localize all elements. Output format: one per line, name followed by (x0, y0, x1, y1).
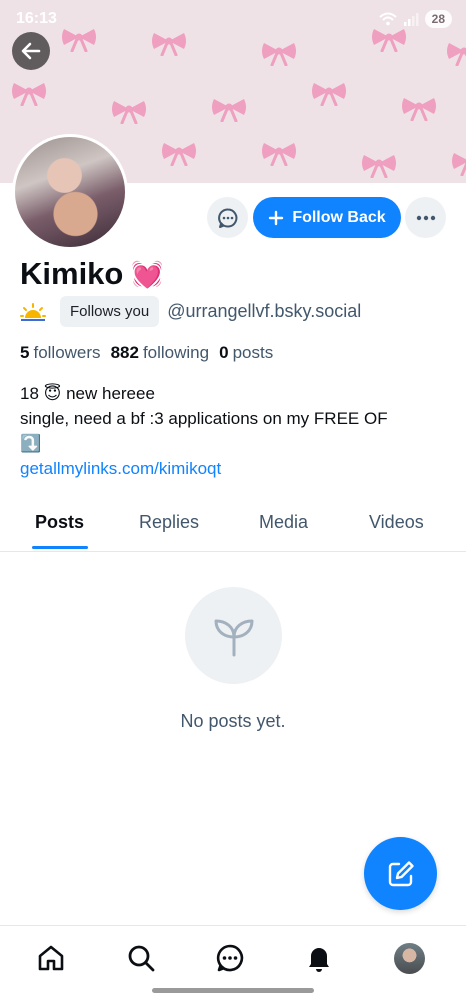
active-tab-indicator (32, 546, 88, 549)
posts-count: 0 (219, 343, 229, 362)
name-row: Kimiko 💓 (20, 256, 164, 292)
bio-line: 18 😇 new hereee (20, 384, 155, 403)
bow-decoration (12, 83, 46, 106)
empty-state-text: No posts yet. (180, 711, 286, 731)
home-indicator (152, 988, 314, 993)
nav-chat[interactable] (214, 942, 246, 974)
profile-avatar[interactable] (12, 134, 128, 250)
posts-stat: 0 posts (219, 343, 273, 363)
bow-decoration (212, 99, 246, 122)
follow-back-button[interactable]: Follow Back (253, 197, 401, 238)
status-bar: 16:13 28 (0, 0, 466, 40)
plus-icon (269, 210, 284, 225)
bow-decoration (312, 83, 346, 106)
home-icon (38, 945, 64, 971)
compose-icon (388, 860, 414, 886)
tab-posts[interactable]: Posts (35, 512, 84, 533)
bow-decoration (362, 155, 396, 178)
followers-stat[interactable]: 5 followers (20, 343, 101, 363)
following-stat[interactable]: 882 following (111, 343, 210, 363)
arrow-left-icon (21, 42, 41, 60)
more-options-button[interactable] (405, 197, 446, 238)
display-name: Kimiko (20, 256, 124, 291)
bio-line: single, need a bf :3 applications on my … (20, 409, 388, 428)
bow-decoration (262, 43, 296, 66)
bio-line: ⤵️ (20, 434, 42, 453)
wifi-icon (378, 12, 397, 26)
compose-button[interactable] (364, 837, 437, 910)
sprout-icon (214, 619, 253, 656)
following-label: following (142, 343, 210, 362)
status-time: 16:13 (16, 10, 57, 27)
posts-label: posts (232, 343, 274, 362)
profile-handle: @urrangellvf.bsky.social (167, 301, 362, 321)
bow-decoration (112, 101, 146, 124)
nav-profile[interactable] (393, 942, 425, 974)
avatar-image (15, 137, 125, 247)
chat-bubble-icon (217, 208, 237, 228)
tab-media[interactable]: Media (259, 512, 308, 533)
meta-row: Follows you @urrangellvf.bsky.social (20, 296, 361, 327)
empty-state-icon (185, 587, 282, 684)
follow-back-label: Follow Back (292, 208, 386, 226)
heart-emoji: 💓 (131, 258, 164, 289)
search-icon (128, 945, 155, 972)
followers-label: followers (33, 343, 101, 362)
bow-decoration (262, 143, 296, 166)
bow-decoration (402, 98, 436, 121)
nav-search[interactable] (125, 942, 157, 974)
profile-bio: 18 😇 new hereee single, need a bf :3 app… (20, 381, 460, 481)
tab-replies[interactable]: Replies (139, 512, 199, 533)
nav-home[interactable] (35, 942, 67, 974)
sun-icon (20, 302, 46, 321)
followers-count: 5 (20, 343, 30, 362)
back-button[interactable] (12, 32, 50, 70)
avatar (393, 942, 425, 974)
battery-indicator: 28 (424, 10, 452, 28)
bell-icon (309, 948, 329, 972)
status-icons: 28 (378, 10, 452, 28)
follows-you-badge: Follows you (60, 296, 160, 327)
message-button[interactable] (207, 197, 248, 238)
ellipsis-icon (416, 215, 435, 220)
bow-decoration (447, 43, 466, 66)
profile-tabs: Posts Replies Media Videos (0, 500, 466, 552)
profile-stats: 5 followers 882 following 0 posts (20, 343, 273, 363)
nav-notifications[interactable] (303, 942, 335, 974)
bow-decoration (162, 143, 196, 166)
tab-videos[interactable]: Videos (369, 512, 424, 533)
bio-link[interactable]: getallmylinks.com/kimikoqt (20, 456, 460, 481)
following-count: 882 (110, 343, 139, 362)
chat-icon (216, 944, 244, 972)
signal-icon (403, 13, 419, 26)
bow-decoration (452, 153, 466, 176)
